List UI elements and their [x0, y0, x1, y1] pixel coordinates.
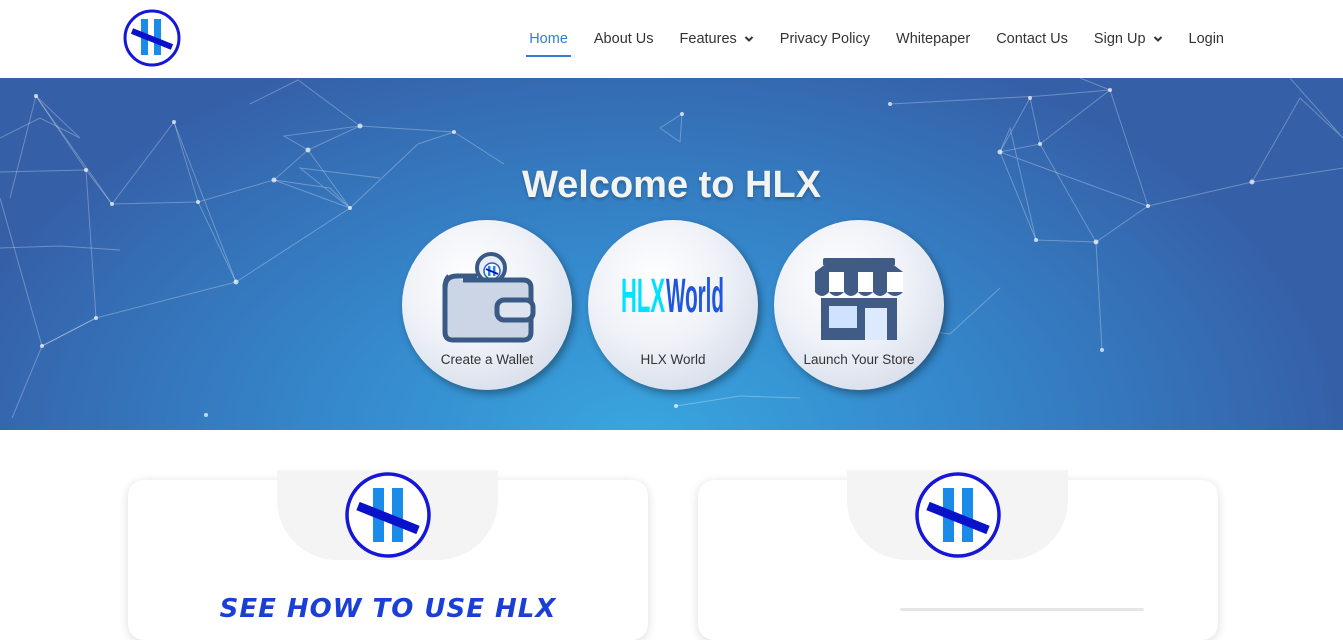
nav-sign-up[interactable]: Sign Up	[1094, 27, 1163, 51]
nav-privacy-label: Privacy Policy	[779, 31, 871, 47]
site-header: Home About Us Features Privacy Policy Wh…	[0, 0, 1343, 78]
store-icon	[815, 258, 903, 340]
nav-features[interactable]: Features	[680, 27, 754, 51]
hlx-world-logo-text-b: World	[666, 270, 724, 323]
card-divider	[900, 608, 1144, 611]
card-heading-left: SEE HOW TO USE HLX	[219, 594, 557, 624]
wallet-icon	[442, 252, 536, 343]
hlx-logo[interactable]	[122, 9, 182, 67]
launch-store-label: Launch Your Store	[803, 352, 915, 367]
nav-signup-label: Sign Up	[1093, 31, 1146, 47]
chevron-down-icon	[744, 36, 753, 42]
main-nav: Home About Us Features Privacy Policy Wh…	[503, 0, 1224, 78]
nav-home[interactable]: Home	[526, 27, 571, 57]
launch-store-button[interactable]: Launch Your Store	[774, 220, 944, 390]
nav-privacy-policy[interactable]: Privacy Policy	[780, 27, 870, 51]
hero-title: Welcome to HLX	[521, 164, 822, 206]
create-wallet-button[interactable]: Create a Wallet	[402, 220, 572, 390]
nav-whitepaper[interactable]: Whitepaper	[896, 27, 970, 51]
nav-home-label: Home	[529, 31, 568, 47]
nav-about-label: About Us	[593, 31, 654, 47]
chevron-down-icon	[1153, 36, 1162, 42]
nav-whitepaper-label: Whitepaper	[896, 31, 971, 47]
hlx-card-logo	[915, 472, 1001, 558]
hlx-world-label: HLX World	[640, 352, 706, 367]
hlx-world-button[interactable]: HLX World HLX World	[588, 220, 758, 390]
create-wallet-label: Create a Wallet	[440, 352, 534, 367]
nav-about-us[interactable]: About Us	[594, 27, 654, 51]
nav-login[interactable]: Login	[1189, 27, 1224, 51]
nav-contact-us[interactable]: Contact Us	[996, 27, 1068, 51]
hero-banner: Welcome to HLX Create a Wallet HLX World…	[0, 78, 1343, 430]
nav-contact-label: Contact Us	[996, 31, 1068, 47]
hlx-world-logo-icon: HLX World	[621, 270, 724, 323]
nav-login-label: Login	[1188, 31, 1224, 47]
hlx-card-logo	[345, 472, 431, 558]
nav-features-label: Features	[679, 31, 737, 47]
hlx-world-logo-text-a: HLX	[621, 270, 665, 323]
